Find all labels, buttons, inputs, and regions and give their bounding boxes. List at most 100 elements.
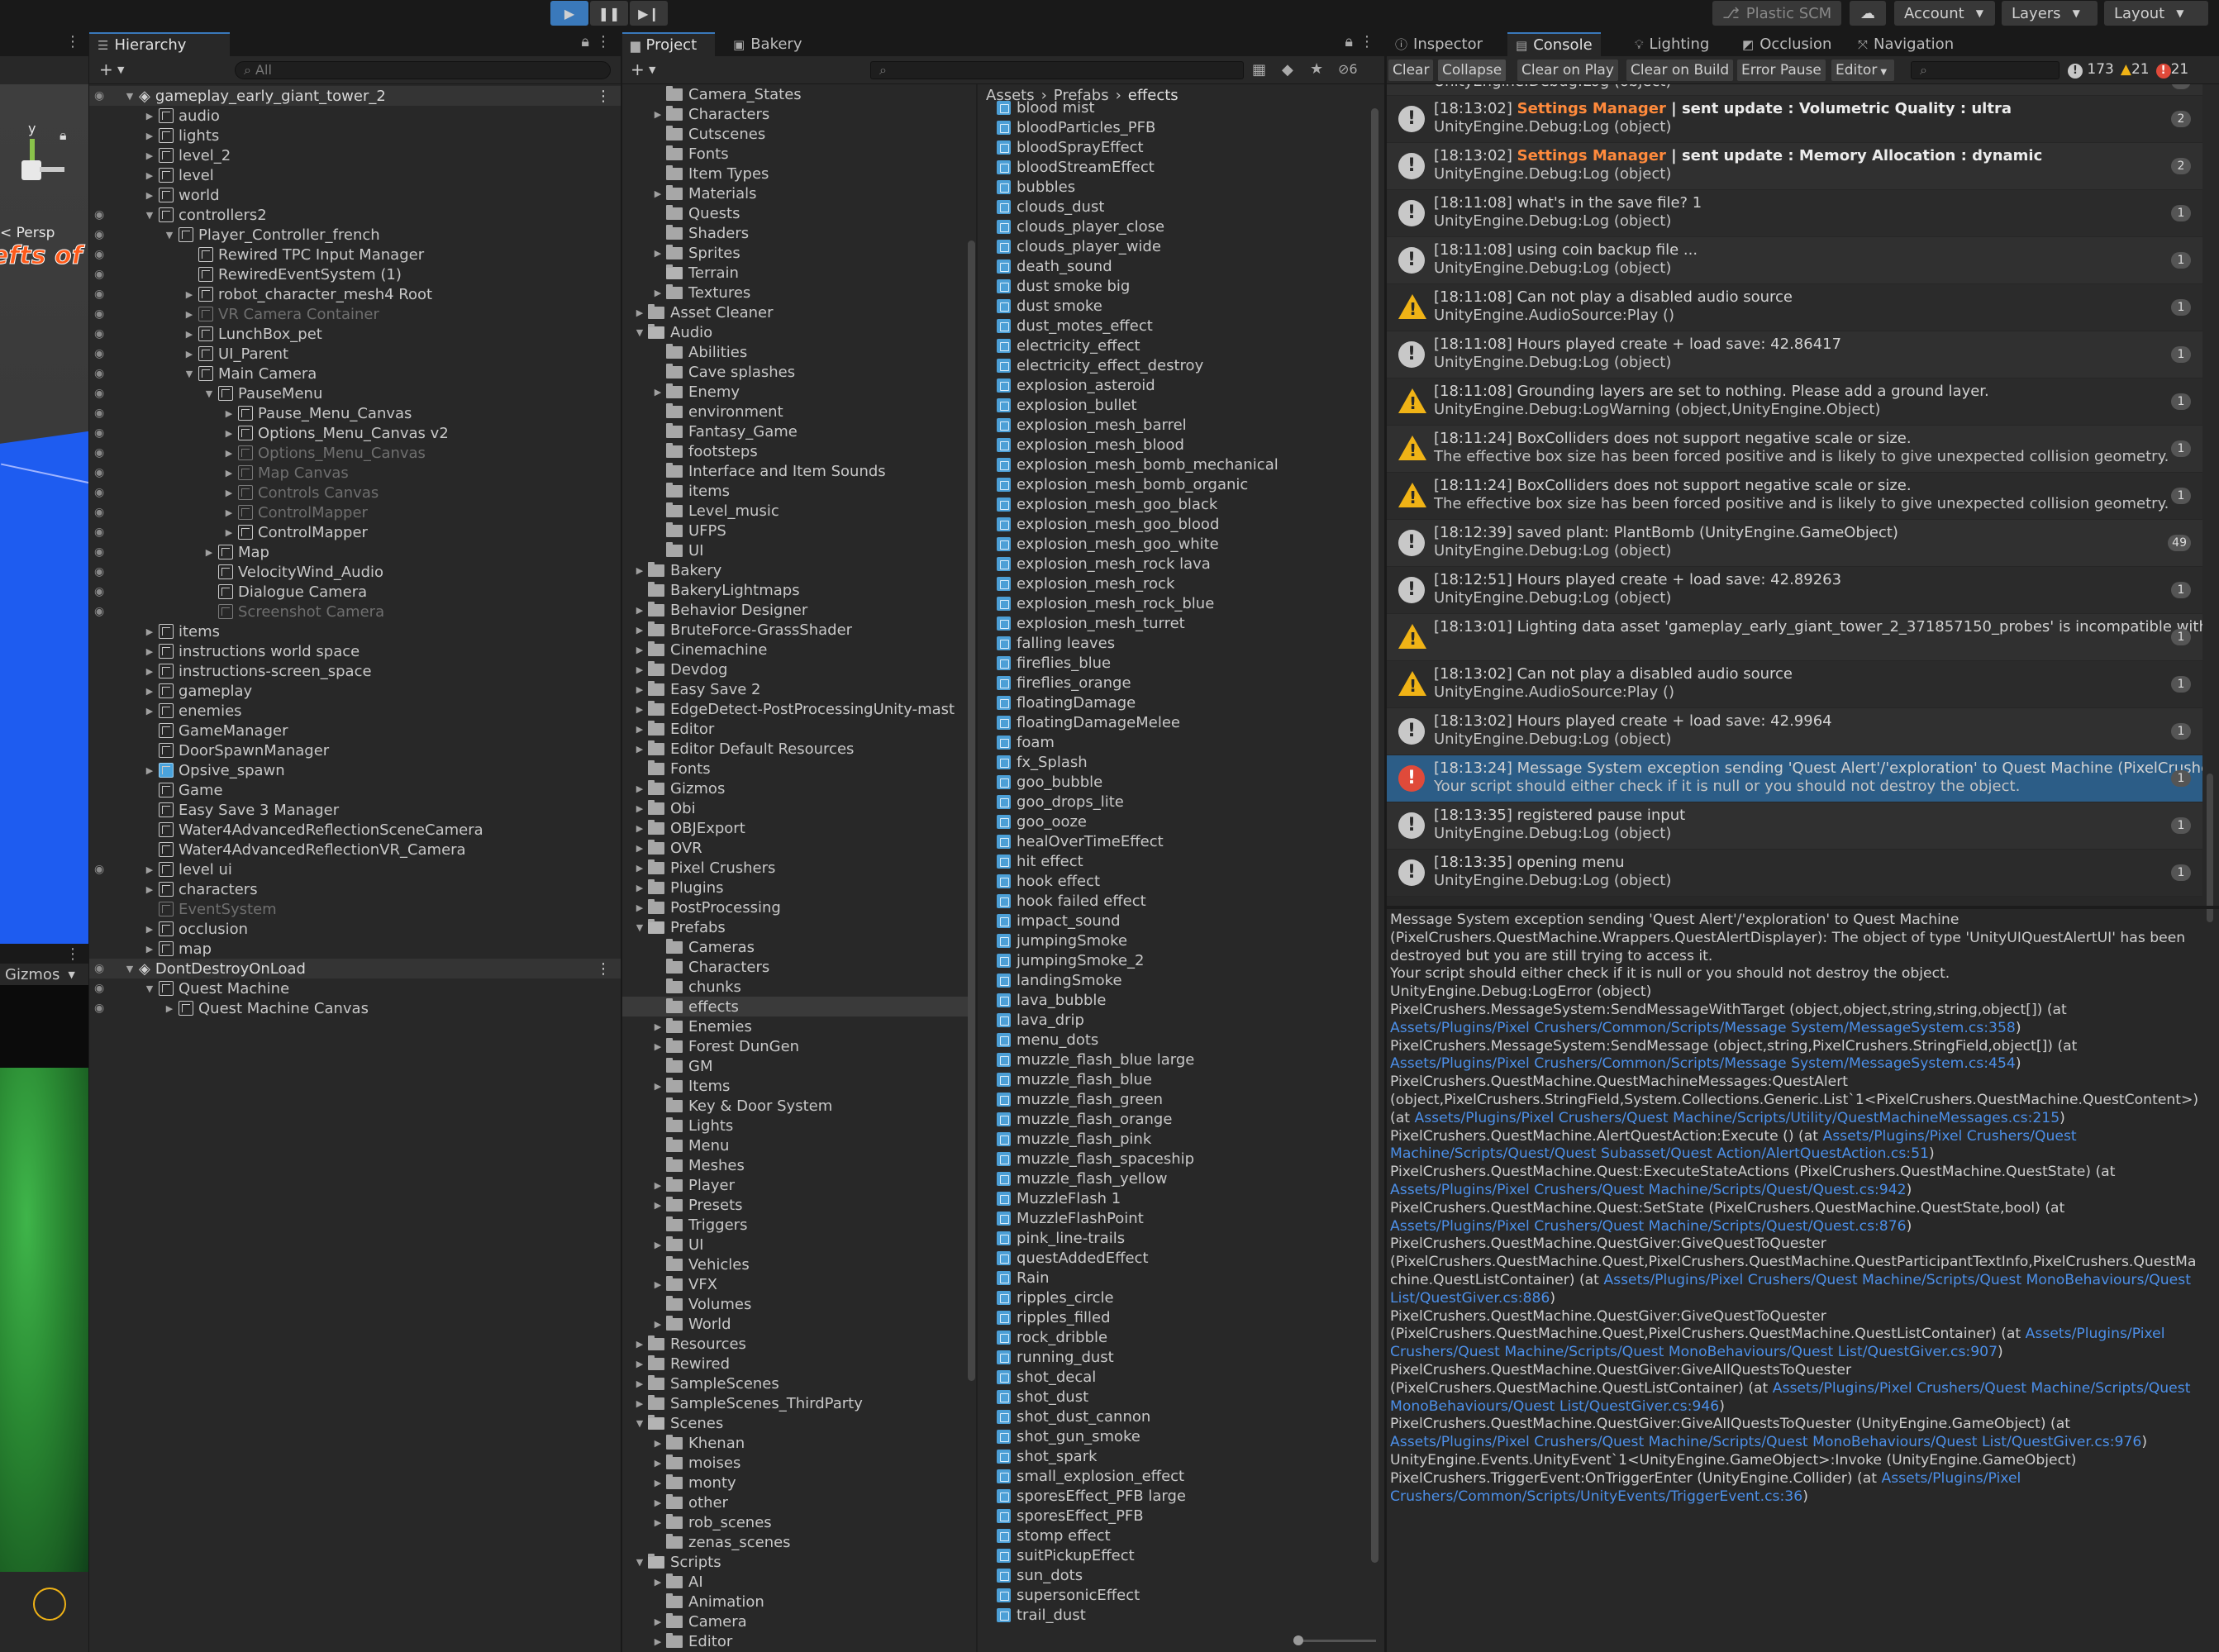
folder-row[interactable]: Lights	[622, 1116, 971, 1135]
asset-item[interactable]: jumpingSmoke_2	[994, 950, 1358, 970]
visibility-toggle-icon[interactable]: ◉	[94, 89, 104, 102]
hierarchy-row[interactable]: ◉ ▶ Map Canvas	[89, 463, 621, 483]
asset-item[interactable]: shot_decal	[994, 1367, 1358, 1387]
visibility-toggle-icon[interactable]: ◉	[94, 545, 104, 559]
folder-row[interactable]: Abilities	[622, 342, 971, 362]
folder-row[interactable]: ▶ Easy Save 2	[622, 679, 971, 699]
folder-row[interactable]: ▶ moises	[622, 1453, 971, 1473]
console-log-entry[interactable]: ! [18:11:08] Hours played create + load s…	[1387, 331, 2202, 378]
collapse-arrow-icon[interactable]: ▶	[652, 1616, 664, 1627]
folder-row[interactable]: UFPS	[622, 521, 971, 540]
collapse-arrow-icon[interactable]: ▶	[144, 706, 155, 717]
hierarchy-row[interactable]: ◉ ▶ Pause_Menu_Canvas	[89, 403, 621, 423]
tab-lighting[interactable]: 💡︎ Lighting	[1626, 32, 1717, 56]
folder-row[interactable]: footsteps	[622, 441, 971, 461]
console-splitter[interactable]	[1387, 906, 2219, 909]
folder-row[interactable]: Cameras	[622, 937, 971, 957]
asset-item[interactable]: muzzle_flash_green	[994, 1089, 1358, 1109]
folder-row[interactable]: Interface and Item Sounds	[622, 461, 971, 481]
asset-item[interactable]: muzzle_flash_blue	[994, 1069, 1358, 1089]
collapse-arrow-icon[interactable]: ▶	[144, 864, 155, 875]
hierarchy-row[interactable]: ◉ ▶ Map	[89, 542, 621, 562]
collapse-arrow-icon[interactable]: ▶	[634, 823, 645, 834]
folder-row[interactable]: ▶ Camera	[622, 1612, 971, 1631]
asset-item[interactable]: clouds_player_wide	[994, 236, 1358, 256]
folder-row[interactable]: ▶ SampleScenes	[622, 1373, 971, 1393]
folder-row[interactable]: ▶ monty	[622, 1473, 971, 1493]
visibility-toggle-icon[interactable]: ◉	[94, 367, 104, 380]
collapse-arrow-icon[interactable]: ▶	[652, 1497, 664, 1508]
expand-arrow-icon[interactable]: ▼	[144, 983, 155, 994]
folder-row[interactable]: Fantasy_Game	[622, 421, 971, 441]
folder-row[interactable]: ▶ other	[622, 1493, 971, 1512]
gizmos-dropdown[interactable]: Gizmos	[5, 966, 60, 983]
folder-row[interactable]: ▶ Items	[622, 1076, 971, 1096]
collapse-arrow-icon[interactable]: ▶	[634, 863, 645, 874]
game-view[interactable]	[0, 985, 88, 1572]
asset-item[interactable]: electricity_effect	[994, 336, 1358, 355]
collapse-arrow-icon[interactable]: ▶	[652, 1478, 664, 1488]
expand-arrow-icon[interactable]: ▼	[634, 922, 645, 933]
error-pause-toggle[interactable]: Error Pause	[1737, 60, 1826, 81]
asset-item[interactable]: blood mist	[994, 98, 1358, 117]
hierarchy-row[interactable]: ▶ instructions-screen_space	[89, 661, 621, 681]
collapse-arrow-icon[interactable]: ▶	[634, 803, 645, 814]
asset-item[interactable]: ripples_circle	[994, 1288, 1358, 1307]
collapse-arrow-icon[interactable]: ▶	[652, 1517, 664, 1528]
collapse-arrow-icon[interactable]: ▶	[634, 307, 645, 318]
folder-row[interactable]: ▶ SampleScenes_ThirdParty	[622, 1393, 971, 1413]
console-log-entry[interactable]: ! [18:13:35] opening menu UnityEngine.Debu…	[1387, 850, 2202, 897]
hierarchy-row[interactable]: ◉ ▶ Options_Menu_Canvas	[89, 443, 621, 463]
console-log-entry[interactable]: ! [18:11:08] using coin backup file ... Un…	[1387, 237, 2202, 284]
asset-item[interactable]: shot_dust_cannon	[994, 1407, 1358, 1426]
asset-item[interactable]: sun_dots	[994, 1565, 1358, 1585]
more-icon[interactable]: ⋮	[1359, 33, 1374, 50]
asset-item[interactable]: falling leaves	[994, 633, 1358, 653]
collapse-arrow-icon[interactable]: ▶	[634, 625, 645, 636]
tab-bakery[interactable]: ▣ Bakery	[725, 32, 810, 56]
collapse-arrow-icon[interactable]: ▶	[144, 924, 155, 935]
plastic-scm-button[interactable]: ⎇ Plastic SCM	[1712, 1, 1842, 26]
hierarchy-row[interactable]: ◉ VelocityWind_Audio	[89, 562, 621, 582]
expand-arrow-icon[interactable]: ▼	[164, 230, 175, 240]
folder-row[interactable]: Triggers	[622, 1215, 971, 1235]
asset-item[interactable]: supersonicEffect	[994, 1585, 1358, 1605]
hierarchy-row[interactable]: ◉ ▼ ◈ DontDestroyOnLoad ⋮	[89, 959, 621, 978]
folder-row[interactable]: ▶ Bakery	[622, 560, 971, 580]
collapse-arrow-icon[interactable]: ▶	[634, 684, 645, 695]
stacktrace-file-link[interactable]: Assets/Plugins/Pixel Crushers/Quest	[1822, 1128, 2076, 1145]
folder-row[interactable]: ▶ PostProcessing	[622, 897, 971, 917]
asset-item[interactable]: shot_dust	[994, 1387, 1358, 1407]
asset-item[interactable]: explosion_mesh_blood	[994, 435, 1358, 455]
console-detail-stacktrace[interactable]: Message System exception sending 'Quest …	[1390, 912, 2217, 1506]
hidden-packages-toggle[interactable]: ⊘6	[1338, 61, 1358, 77]
expand-arrow-icon[interactable]: ▼	[634, 1418, 645, 1429]
folder-row[interactable]: Quests	[622, 203, 971, 223]
folder-row[interactable]: ▶ Devdog	[622, 659, 971, 679]
asset-item[interactable]: bloodStreamEffect	[994, 157, 1358, 177]
collapse-arrow-icon[interactable]: ▶	[652, 188, 664, 199]
clear-on-build-toggle[interactable]: Clear on Build	[1626, 60, 1734, 81]
stacktrace-file-link[interactable]: Assets/Plugins/Pixel Crushers/Quest Mach…	[1390, 1218, 1907, 1235]
asset-item[interactable]: explosion_mesh_goo_black	[994, 494, 1358, 514]
folder-row[interactable]: ▶ Plugins	[622, 878, 971, 897]
visibility-toggle-icon[interactable]: ◉	[94, 962, 104, 975]
visibility-toggle-icon[interactable]: ◉	[94, 526, 104, 539]
hierarchy-row[interactable]: ▶ map	[89, 939, 621, 959]
console-log-entry[interactable]: [18:13:01] Lighting data asset 'gameplay…	[1387, 614, 2202, 661]
expand-arrow-icon[interactable]: ▼	[634, 1557, 645, 1568]
collapse-arrow-icon[interactable]: ▶	[634, 1339, 645, 1350]
collapse-arrow-icon[interactable]: ▶	[652, 387, 664, 398]
asset-item[interactable]: lava_bubble	[994, 990, 1358, 1010]
visibility-toggle-icon[interactable]: ◉	[94, 208, 104, 221]
collapse-arrow-icon[interactable]: ▶	[652, 1240, 664, 1250]
collapse-arrow-icon[interactable]: ▶	[652, 1041, 664, 1052]
console-log-entry[interactable]: UnityEngine.Debug:Log (object) 2	[1387, 84, 2202, 96]
collapse-arrow-icon[interactable]: ▶	[652, 1458, 664, 1469]
visibility-toggle-icon[interactable]: ◉	[94, 863, 104, 876]
hierarchy-row[interactable]: ▶ level_2	[89, 145, 621, 165]
collapse-arrow-icon[interactable]: ▶	[144, 131, 155, 141]
hierarchy-row[interactable]: Game	[89, 780, 621, 800]
collapse-arrow-icon[interactable]: ▶	[652, 109, 664, 120]
add-button[interactable]: +	[631, 60, 645, 79]
